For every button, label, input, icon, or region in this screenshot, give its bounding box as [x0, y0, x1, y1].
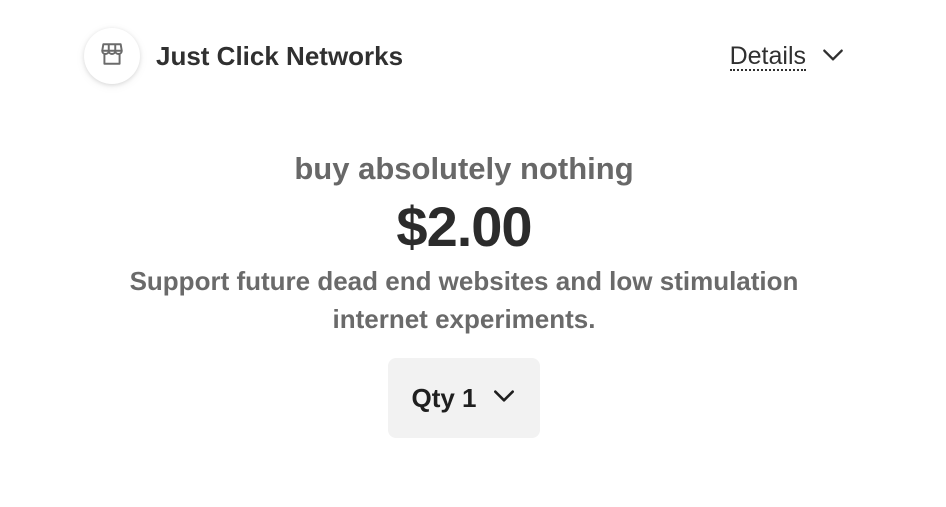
store-icon [99, 41, 125, 72]
details-toggle[interactable]: Details [729, 40, 846, 74]
merchant-logo [84, 28, 140, 84]
chevron-down-icon[interactable] [491, 383, 517, 414]
chevron-down-icon[interactable] [820, 42, 846, 73]
product-price: $2.00 [396, 195, 532, 258]
product-description: Support future dead end websites and low… [129, 266, 799, 334]
merchant-name: Just Click Networks [156, 41, 404, 71]
quantity-label[interactable]: Qty 1 [411, 383, 476, 414]
quantity-selector[interactable]: Qty 1 [388, 358, 540, 438]
details-label[interactable]: Details [729, 43, 806, 71]
product-name: buy absolutely nothing [294, 151, 634, 186]
merchant-header: Just Click Networks Details [84, 28, 846, 84]
